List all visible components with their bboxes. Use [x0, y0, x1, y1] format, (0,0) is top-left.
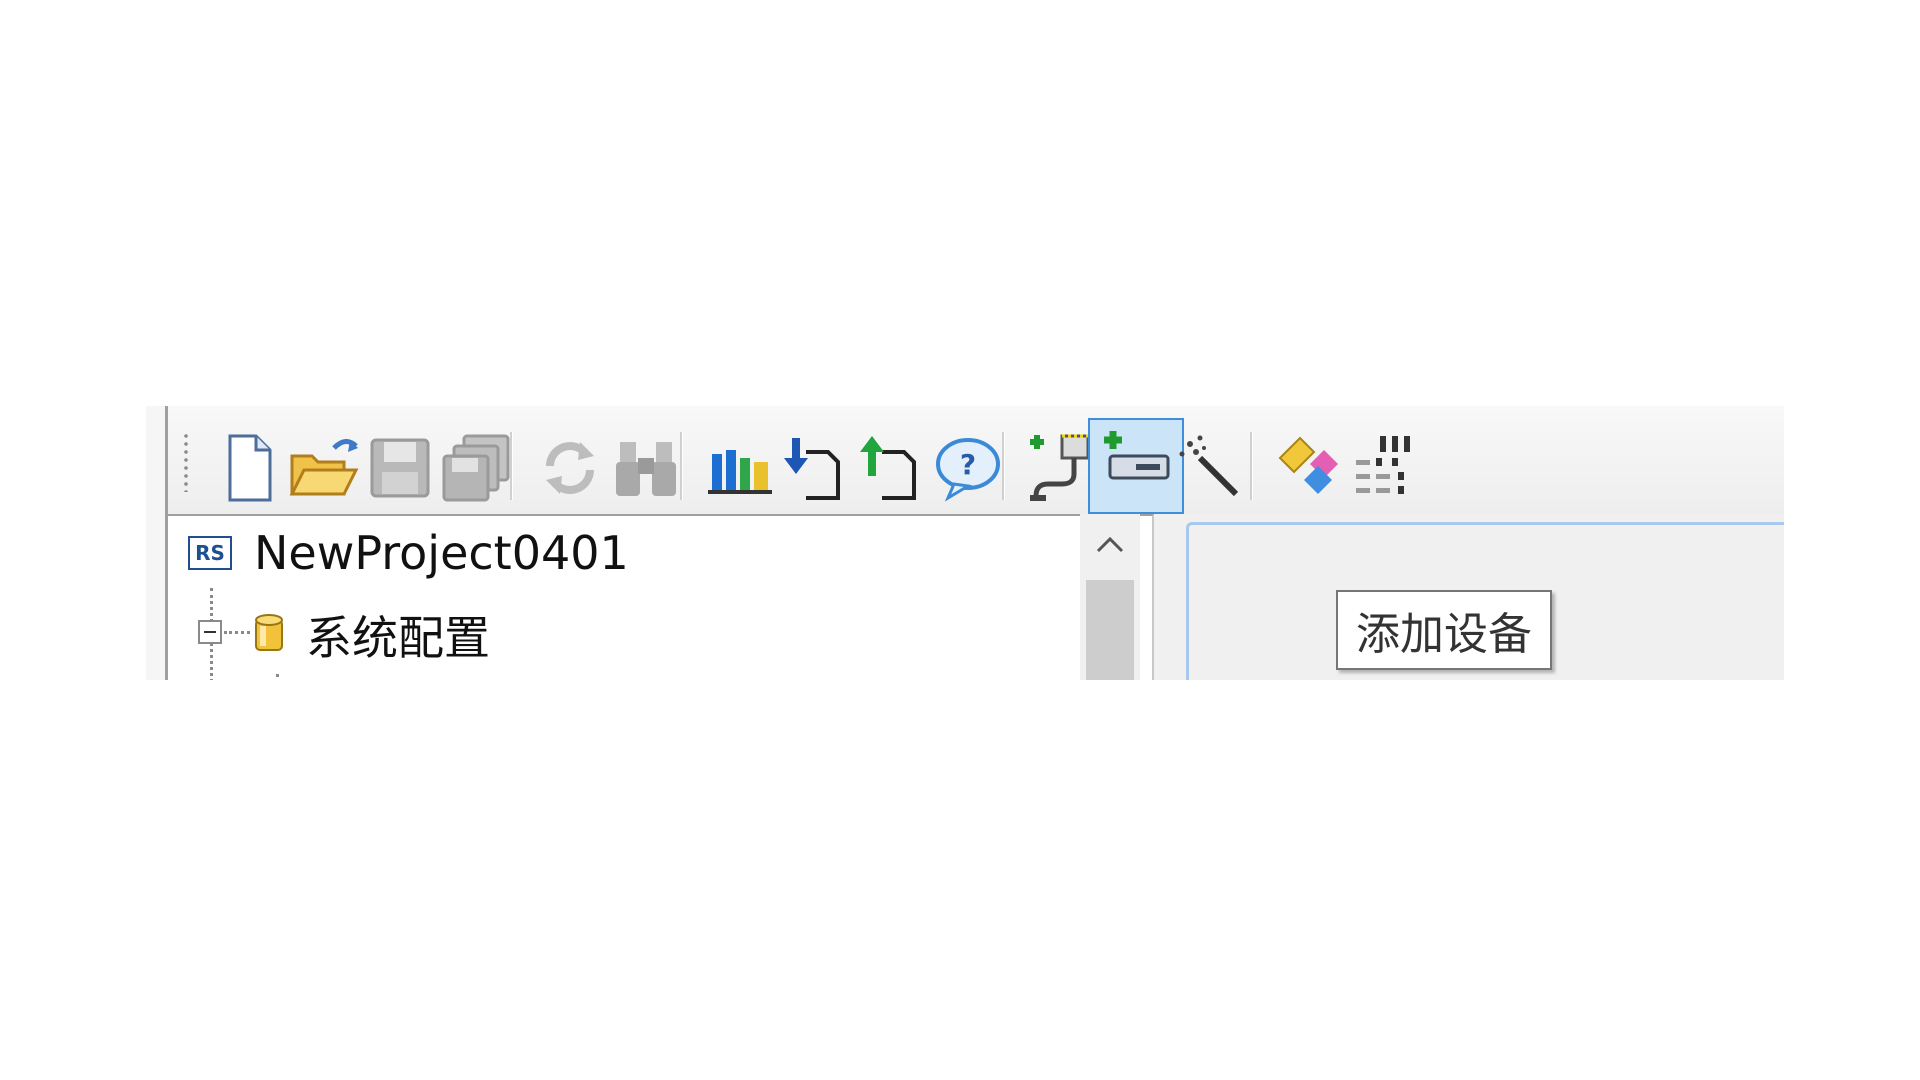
open-folder-icon — [289, 439, 359, 496]
screen: ? RS NewProject0401 系统配置 添加设备 — [0, 0, 1920, 1080]
project-tree-panel: RS NewProject0401 系统配置 — [168, 514, 1154, 680]
refresh-icon — [546, 442, 594, 494]
toolbar-separator — [680, 432, 683, 500]
find-binoculars-icon — [616, 442, 676, 496]
tree-node-system-config[interactable]: 系统配置 — [306, 602, 490, 668]
window-edge — [146, 406, 168, 680]
new-document-icon — [228, 434, 272, 502]
bar-chart-icon — [708, 450, 772, 494]
app-window: ? RS NewProject0401 系统配置 添加设备 — [146, 406, 1784, 680]
scroll-up-button[interactable] — [1080, 514, 1140, 576]
tooltip: 添加设备 — [1336, 590, 1552, 670]
project-icon: RS — [188, 536, 232, 570]
database-icon — [255, 614, 283, 651]
grid-dots-icon — [1356, 436, 1410, 494]
find-button[interactable] — [600, 422, 692, 514]
main-toolbar: ? — [168, 406, 1784, 514]
save-icon — [370, 438, 430, 498]
help-button[interactable]: ? — [922, 422, 1014, 514]
tree-node-project[interactable]: RS NewProject0401 — [188, 526, 629, 580]
download-icon — [784, 438, 840, 500]
toolbar-separator — [510, 432, 513, 500]
svg-text:?: ? — [960, 448, 976, 481]
scroll-thumb[interactable] — [1086, 580, 1134, 680]
collapse-toggle[interactable] — [198, 620, 222, 644]
tag-diamond-icon — [1278, 436, 1338, 494]
project-name: NewProject0401 — [254, 526, 629, 580]
wizard-wand-icon — [1179, 435, 1239, 497]
save-all-button[interactable] — [430, 422, 522, 514]
wizard-button[interactable] — [1164, 422, 1256, 514]
save-all-icon — [442, 434, 510, 502]
chevron-up-icon — [1096, 536, 1124, 553]
upload-icon — [860, 436, 916, 500]
toolbar-separator — [1250, 432, 1253, 500]
grid-button[interactable] — [1340, 422, 1432, 514]
tree-vertical-scrollbar[interactable] — [1080, 514, 1140, 680]
tree-connector-line — [224, 631, 250, 634]
tree-connector-line — [276, 674, 279, 680]
help-icon: ? — [936, 438, 1000, 502]
toolbar-grip[interactable] — [184, 432, 188, 492]
toolbar-separator — [1002, 432, 1005, 500]
